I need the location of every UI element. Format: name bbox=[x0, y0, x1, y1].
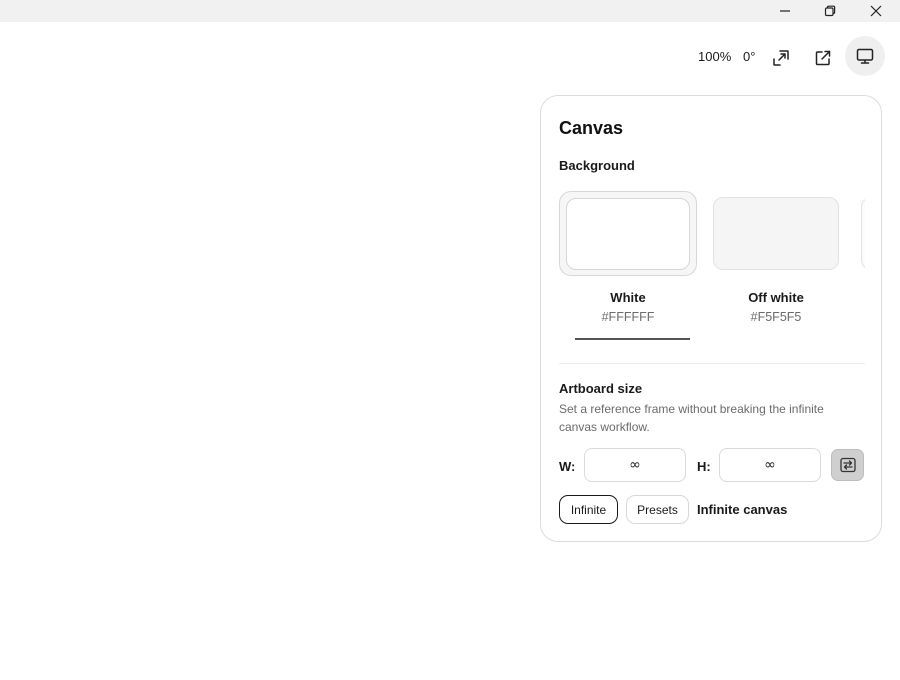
width-label: W: bbox=[559, 459, 576, 474]
swatch-preview bbox=[861, 197, 865, 270]
swatch-preview bbox=[713, 197, 839, 270]
fit-to-screen-button[interactable] bbox=[761, 38, 801, 78]
zoom-level[interactable]: 100% bbox=[698, 49, 731, 65]
background-label: Background bbox=[559, 158, 635, 173]
fit-to-screen-icon bbox=[773, 50, 789, 66]
mode-infinite-button[interactable]: Infinite bbox=[559, 495, 618, 524]
swatch-preview bbox=[566, 198, 690, 270]
swatch-off-white[interactable]: Off white #F5F5F5 bbox=[713, 191, 851, 351]
restore-button[interactable] bbox=[808, 0, 852, 22]
canvas-settings-button[interactable] bbox=[845, 36, 885, 76]
swatch-name: Off white bbox=[748, 290, 804, 305]
artboard-size-label: Artboard size bbox=[559, 381, 643, 396]
swatch-name: White bbox=[610, 290, 646, 305]
height-label: H: bbox=[697, 459, 711, 474]
swatch-hex: #FFFFFF bbox=[601, 310, 655, 324]
width-input[interactable] bbox=[584, 448, 686, 482]
mode-presets-button[interactable]: Presets bbox=[626, 495, 689, 524]
minimize-icon bbox=[780, 10, 790, 12]
close-icon bbox=[870, 5, 882, 17]
background-swatch-list[interactable]: White #FFFFFF Off white #F5F5F5 bbox=[559, 191, 865, 351]
artboard-description: Set a reference frame without breaking t… bbox=[559, 402, 824, 434]
height-input[interactable] bbox=[719, 448, 821, 482]
swatch-preview-frame bbox=[713, 191, 851, 276]
swap-dimensions-icon bbox=[839, 457, 856, 473]
panel-title: Canvas bbox=[559, 118, 624, 138]
close-button[interactable] bbox=[854, 0, 898, 22]
current-mode-label: Infinite canvas bbox=[697, 502, 788, 517]
minimize-button[interactable] bbox=[763, 0, 807, 22]
monitor-icon bbox=[856, 48, 874, 64]
swatch-white[interactable]: White #FFFFFF bbox=[559, 191, 697, 351]
swap-dimensions-button[interactable] bbox=[831, 449, 864, 481]
canvas-settings-panel: Canvas Background White #FFFFFF Off whit… bbox=[540, 95, 882, 542]
swatch-hex: #F5F5F5 bbox=[750, 310, 802, 324]
rotation-value[interactable]: 0° bbox=[743, 49, 755, 65]
open-external-button[interactable] bbox=[803, 38, 843, 78]
swatch-preview-frame bbox=[559, 191, 697, 276]
window-titlebar bbox=[0, 0, 900, 22]
swatch-next-partial[interactable] bbox=[861, 191, 865, 351]
section-divider bbox=[559, 363, 865, 364]
open-external-icon bbox=[815, 50, 831, 66]
selected-indicator bbox=[575, 338, 690, 340]
restore-icon bbox=[824, 5, 836, 17]
